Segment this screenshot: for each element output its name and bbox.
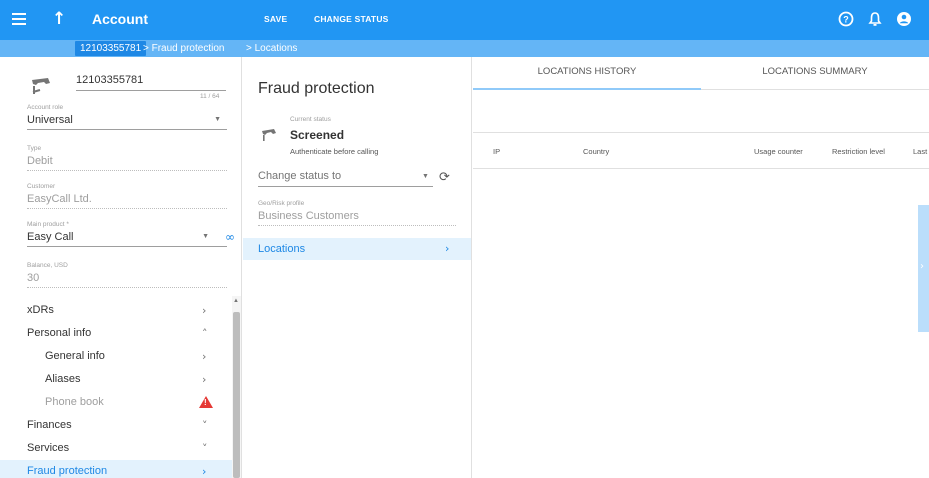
change-status-button[interactable]: CHANGE STATUS: [314, 14, 389, 24]
chevron-right-icon: ›: [202, 350, 207, 363]
geo-risk-profile-field: Geo/Risk profile Business Customers: [258, 200, 456, 226]
geo-risk-profile-label: Geo/Risk profile: [258, 200, 305, 207]
link-icon[interactable]: ∞: [225, 230, 235, 244]
warning-mark: !: [204, 398, 207, 407]
chevron-down-icon: ˅: [202, 442, 208, 455]
current-status-label: Current status: [290, 116, 331, 123]
sidebar-item-label: Fraud protection: [27, 465, 108, 477]
account-role-label: Account role: [27, 104, 64, 111]
arrow-up-icon[interactable]: ↑: [52, 10, 66, 28]
chevron-down-icon: ▼: [214, 116, 221, 123]
balance-value: 30: [27, 272, 227, 288]
chevron-down-icon: ˅: [202, 419, 208, 432]
account-id-counter: 11 / 64: [200, 93, 220, 100]
sidebar-item-personal-info[interactable]: Personal info ˄: [0, 322, 232, 345]
refresh-icon[interactable]: ⟳: [439, 170, 450, 185]
account-role-field[interactable]: Account role Universal ▼: [27, 104, 227, 130]
svg-text:?: ?: [843, 15, 849, 25]
save-button[interactable]: SAVE: [264, 14, 287, 24]
chevron-right-icon: ›: [920, 261, 924, 272]
user-account-icon[interactable]: [896, 11, 914, 29]
type-label: Type: [27, 145, 42, 152]
nav-item-label: Locations: [258, 243, 306, 255]
type-field: Type Debit: [27, 145, 227, 171]
sidebar-item-label: Phone book: [45, 396, 104, 408]
main-product-select[interactable]: Easy Call: [27, 231, 227, 247]
panel-title: Fraud protection: [258, 80, 375, 97]
help-icon[interactable]: ?: [838, 11, 856, 29]
menu-icon[interactable]: [12, 13, 26, 25]
account-id[interactable]: 12103355781: [76, 74, 143, 86]
main-product-label: Main product *: [27, 221, 69, 228]
fraud-protection-panel: [242, 57, 472, 478]
sidebar-item-label: Personal info: [27, 327, 92, 339]
locations-table-header: IP Country Usage counter Restriction lev…: [473, 132, 929, 169]
account-id-underline: [76, 90, 226, 91]
breadcrumb-locations: > Locations: [246, 43, 298, 54]
current-status-value: Screened: [290, 128, 345, 142]
breadcrumb: 12103355781 > Fraud protection > Locatio…: [0, 40, 929, 57]
location-tabs: LOCATIONS HISTORY LOCATIONS SUMMARY: [473, 57, 929, 90]
sidebar-item-aliases[interactable]: Aliases ›: [0, 368, 232, 391]
breadcrumb-fraud-protection[interactable]: > Fraud protection: [143, 42, 224, 55]
customer-value: EasyCall Ltd.: [27, 193, 227, 209]
type-value: Debit: [27, 155, 227, 171]
customer-field: Customer EasyCall Ltd.: [27, 183, 227, 209]
page-title: Account: [92, 11, 148, 27]
tab-locations-history[interactable]: LOCATIONS HISTORY: [473, 57, 701, 90]
sidebar-item-xdrs[interactable]: xDRs ›: [0, 299, 232, 322]
breadcrumb-account-id[interactable]: 12103355781: [75, 41, 147, 56]
sidebar-item-label: General info: [45, 350, 105, 362]
sidebar-item-label: Aliases: [45, 373, 81, 385]
change-status-select[interactable]: Change status to: [258, 170, 433, 187]
phone-account-icon: [30, 76, 52, 99]
column-header-last[interactable]: Last: [913, 147, 927, 156]
sidebar-item-finances[interactable]: Finances ˅: [0, 414, 232, 437]
chevron-right-icon: ›: [202, 465, 207, 478]
column-header-ip[interactable]: IP: [493, 147, 500, 156]
sidebar-item-fraud-protection[interactable]: Fraud protection ›: [0, 460, 232, 478]
current-status-description: Authenticate before calling: [290, 147, 379, 156]
chevron-right-icon: ›: [445, 242, 450, 255]
sidebar-item-label: Finances: [27, 419, 72, 431]
main-product-field[interactable]: Main product * Easy Call ▼ ∞: [27, 221, 235, 247]
sidebar-item-services[interactable]: Services ˅: [0, 437, 232, 460]
balance-label: Balance, USD: [27, 262, 68, 269]
sidebar-scrollbar-thumb[interactable]: [233, 312, 240, 478]
side-panel-toggle[interactable]: ›: [918, 205, 929, 332]
scroll-up-icon[interactable]: ▲: [233, 298, 239, 304]
chevron-right-icon: ›: [202, 373, 207, 386]
chevron-down-icon: ▼: [422, 173, 429, 180]
account-role-select[interactable]: Universal: [27, 114, 227, 130]
column-header-restriction-level[interactable]: Restriction level: [832, 147, 885, 156]
balance-field: Balance, USD 30: [27, 262, 227, 288]
sidebar-nav: xDRs › Personal info ˄ General info › Al…: [0, 299, 232, 478]
column-header-country[interactable]: Country: [583, 147, 609, 156]
sidebar-item-label: Services: [27, 442, 70, 454]
customer-label: Customer: [27, 183, 56, 190]
sidebar-item-label: xDRs: [27, 304, 54, 316]
nav-item-locations[interactable]: Locations ›: [243, 238, 471, 260]
sidebar-item-phone-book: Phone book !: [0, 391, 232, 414]
bell-icon[interactable]: [867, 11, 885, 29]
top-app-bar: ↑ Account SAVE CHANGE STATUS ?: [0, 0, 929, 40]
geo-risk-profile-value: Business Customers: [258, 210, 456, 226]
column-header-usage-counter[interactable]: Usage counter: [754, 147, 803, 156]
tab-locations-summary[interactable]: LOCATIONS SUMMARY: [701, 57, 929, 90]
chevron-right-icon: ›: [202, 304, 207, 317]
chevron-up-icon: ˄: [202, 327, 208, 340]
sidebar-item-general-info[interactable]: General info ›: [0, 345, 232, 368]
screened-phone-icon: [261, 128, 277, 145]
chevron-down-icon: ▼: [202, 233, 209, 240]
